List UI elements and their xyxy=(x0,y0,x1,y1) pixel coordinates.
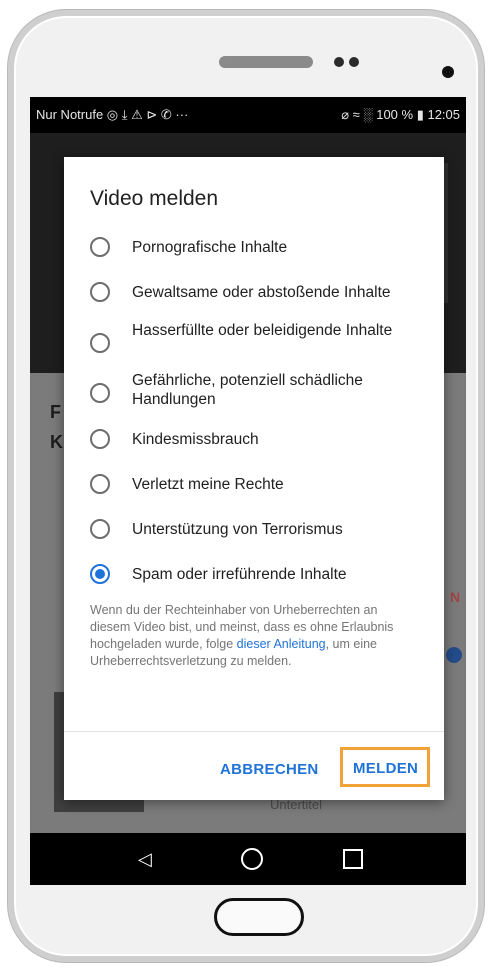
radio-button-selected[interactable] xyxy=(90,564,110,584)
radio-button[interactable] xyxy=(90,237,110,257)
phone-screen: Nur Notrufe ◎ ⤓ ⚠ ⊳ ✆ ··· ⌀ ≈ ░ 100 % ▮ … xyxy=(30,97,466,885)
copyright-note: Wenn du der Rechteinhaber von Urheberrec… xyxy=(90,602,420,670)
report-option-label: Gewaltsame oder abstoßende Inhalte xyxy=(132,284,391,301)
dialog-divider xyxy=(64,731,444,732)
report-option-label: Unterstützung von Terrorismus xyxy=(132,521,343,538)
background-red-fragment: N xyxy=(450,589,461,605)
report-button[interactable]: MELDEN xyxy=(353,760,418,777)
hardware-home-button[interactable] xyxy=(214,898,304,936)
phone-speaker xyxy=(219,56,313,68)
background-title-fragment: F K xyxy=(50,402,63,452)
radio-button[interactable] xyxy=(90,474,110,494)
radio-button[interactable] xyxy=(90,282,110,302)
report-button-highlight: MELDEN xyxy=(340,747,430,787)
background-blue-avatar xyxy=(446,647,462,663)
status-bar: Nur Notrufe ◎ ⤓ ⚠ ⊳ ✆ ··· ⌀ ≈ ░ 100 % ▮ … xyxy=(30,97,466,133)
recent-apps-icon[interactable] xyxy=(343,849,363,869)
report-option-label: Gefährliche, potenziell schädliche Handl… xyxy=(132,372,363,408)
phone-sensor xyxy=(349,57,359,67)
radio-button[interactable] xyxy=(90,333,110,353)
dialog-title: Video melden xyxy=(90,187,219,210)
phone-sensor xyxy=(334,57,344,67)
status-bar-left: Nur Notrufe ◎ ⤓ ⚠ ⊳ ✆ ··· xyxy=(36,107,189,122)
back-icon[interactable]: ◁ xyxy=(138,849,152,870)
cancel-button[interactable]: ABBRECHEN xyxy=(220,761,319,778)
radio-button[interactable] xyxy=(90,429,110,449)
report-video-dialog: Video melden Pornografische Inhalte Gewa… xyxy=(64,157,444,800)
status-bar-right: ⌀ ≈ ░ 100 % ▮ 12:05 xyxy=(341,107,460,122)
report-option-label: Hasserfüllte oder beleidigende Inhalte xyxy=(132,322,393,339)
navigation-bar: ◁ xyxy=(30,833,466,885)
report-option-label: Verletzt meine Rechte xyxy=(132,476,284,493)
report-option-label: Kindesmissbrauch xyxy=(132,431,259,448)
report-option-label: Spam oder irreführende Inhalte xyxy=(132,566,347,583)
radio-button[interactable] xyxy=(90,519,110,539)
radio-button[interactable] xyxy=(90,383,110,403)
home-icon[interactable] xyxy=(241,848,263,870)
front-camera xyxy=(442,66,454,78)
report-option-label: Pornografische Inhalte xyxy=(132,239,288,256)
instructions-link[interactable]: dieser Anleitung xyxy=(237,637,326,651)
